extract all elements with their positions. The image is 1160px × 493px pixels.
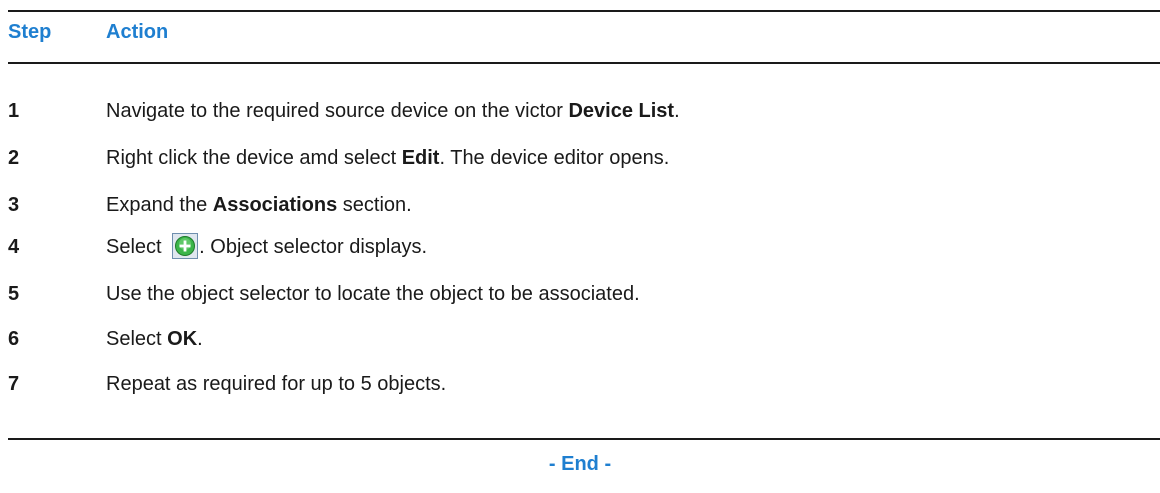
step-row: 6 Select OK. (0, 324, 1160, 354)
step-number: 5 (8, 283, 20, 305)
step-row: 3 Expand the Associations section. (0, 190, 1160, 220)
step-action: Use the object selector to locate the ob… (106, 283, 640, 305)
step-row: 5 Use the object selector to locate the … (0, 279, 1160, 309)
step-row: 4 Select . Object selector displays. (0, 232, 1160, 262)
header-rule (8, 62, 1160, 64)
step-row: 2 Right click the device amd select Edit… (0, 143, 1160, 173)
step-action: Select OK. (106, 328, 203, 350)
step-action: Repeat as required for up to 5 objects. (106, 373, 447, 395)
bottom-rule (8, 438, 1160, 440)
step-action: Expand the Associations section. (106, 194, 412, 216)
procedure-table: Step Action 1 Navigate to the required s… (0, 0, 1160, 493)
step-number: 7 (8, 373, 20, 395)
step-action: Right click the device amd select Edit. … (106, 147, 670, 169)
step-row: 1 Navigate to the required source device… (0, 96, 1160, 126)
step-row: 7 Repeat as required for up to 5 objects… (0, 369, 1160, 399)
step-action: Navigate to the required source device o… (106, 100, 680, 122)
column-header-action: Action (106, 21, 169, 43)
top-rule (8, 10, 1160, 12)
column-header-step: Step (8, 21, 52, 43)
step-number: 3 (8, 194, 20, 216)
step-number: 2 (8, 147, 20, 169)
end-marker: - End - (548, 453, 612, 475)
step-number: 6 (8, 328, 20, 350)
add-circle-icon (172, 233, 199, 259)
step-number: 1 (8, 100, 20, 122)
step-action: Select . Object selector displays. (106, 232, 427, 262)
step-number: 4 (8, 236, 20, 258)
